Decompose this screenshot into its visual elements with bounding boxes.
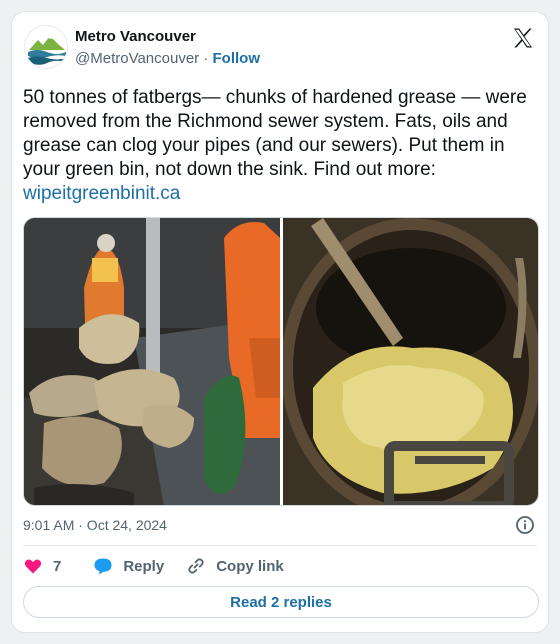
reply-bubble-icon (94, 558, 112, 575)
like-count: 7 (53, 557, 62, 575)
action-bar: 7 Reply Copy link (23, 555, 284, 577)
fatberg-workers-photo[interactable] (24, 218, 280, 505)
reply-label: Reply (123, 557, 165, 575)
like-button[interactable]: 7 (23, 556, 61, 576)
tweet-body: 50 tonnes of fatbergs— chunks of hardene… (23, 87, 527, 180)
tweet-text: 50 tonnes of fatbergs— chunks of hardene… (23, 86, 538, 206)
follow-button[interactable]: Follow (213, 50, 261, 67)
tweet-link[interactable]: wipeitgreenbinit.ca (23, 183, 180, 204)
grease-in-sewer-photo[interactable] (281, 218, 538, 505)
author-handle[interactable]: @MetroVancouver (75, 50, 199, 67)
copy-link-label: Copy link (216, 557, 284, 575)
tweet-card: Metro Vancouver @MetroVancouver · Follow… (11, 11, 549, 633)
x-logo-icon[interactable] (511, 26, 535, 50)
link-icon (188, 558, 204, 574)
metro-vancouver-logo-icon (25, 26, 67, 68)
separator-dot: · (203, 50, 209, 67)
tweet-timestamp[interactable]: 9:01 AM · Oct 24, 2024 (23, 517, 167, 533)
author-handle-row: @MetroVancouver · Follow (75, 50, 260, 67)
author-name[interactable]: Metro Vancouver (75, 28, 196, 45)
reply-button[interactable]: Reply (93, 556, 164, 576)
media-grid (23, 217, 539, 506)
heart-icon (24, 559, 42, 574)
avatar[interactable] (24, 25, 68, 69)
copy-link-button[interactable]: Copy link (186, 556, 284, 576)
read-replies-button[interactable]: Read 2 replies (23, 586, 539, 618)
info-icon[interactable] (515, 515, 535, 535)
divider (23, 545, 537, 546)
